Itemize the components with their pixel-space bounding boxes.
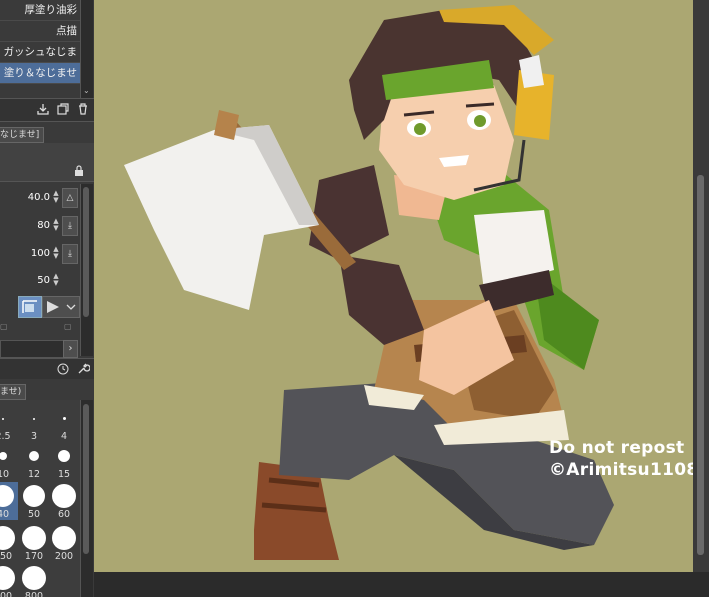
trash-icon[interactable] [76, 102, 90, 116]
brush-size-label: 200 [54, 551, 74, 562]
subtool-label: 塗り＆なじませ [3, 67, 77, 79]
brush-size-item-selected[interactable]: 40 [0, 482, 18, 520]
property-opacity[interactable]: 80 ▲ ▼ ⤓ [0, 214, 80, 238]
spinner-icon[interactable]: ▲ ▼ [52, 246, 60, 260]
drawing-canvas[interactable]: Do not repost ©Arimitsu1108 [94, 0, 693, 572]
brush-preview [0, 143, 94, 182]
tab-label: ませ) [0, 387, 22, 397]
subtool-item-gouache[interactable]: ガッシュなじませ [0, 42, 80, 79]
checkbox-icon[interactable]: ▢ [0, 322, 8, 331]
property-paint-amount[interactable]: 100 ▲ ▼ ⤓ [0, 242, 80, 266]
wrench-icon[interactable] [76, 362, 91, 379]
blend-dropdown[interactable] [42, 296, 80, 318]
scroll-thumb[interactable] [83, 404, 89, 554]
subtool-toolbar [0, 98, 94, 122]
brush-size-item[interactable]: 800 [19, 564, 49, 597]
brush-size-label: 800 [24, 591, 44, 597]
brush-size-label: 2.5 [0, 431, 11, 442]
brush-size-grid: 2.5 3 4 10 12 15 40 50 [0, 400, 80, 597]
brush-size-label: 60 [57, 509, 71, 520]
brush-size-label: 170 [24, 551, 44, 562]
brush-size-item[interactable]: 700 [0, 564, 18, 597]
blend-mode-button[interactable] [18, 296, 42, 318]
opacity-value[interactable]: 80 [37, 220, 50, 231]
tab-tool-property[interactable]: なじませ] [0, 127, 45, 143]
brush-size-label: 12 [27, 469, 41, 480]
brush-size-item[interactable]: 50 [19, 482, 49, 520]
brush-size-item[interactable]: 60 [49, 482, 79, 520]
brush-size-item[interactable]: 3 [19, 404, 49, 442]
blend-value[interactable]: 50 [37, 275, 50, 286]
watermark-line-2: ©Arimitsu1108 [549, 460, 693, 480]
subtool-item-tenbyo[interactable]: 点描 [0, 21, 80, 42]
property-brush-size[interactable]: 40.0 ▲ ▼ △ [0, 186, 80, 210]
spinner-icon[interactable]: ▲ ▼ [52, 218, 60, 232]
illustration-character [124, 5, 614, 560]
tab-brush-size[interactable]: ませ) [0, 384, 27, 400]
brush-size-label: 40 [0, 509, 10, 520]
download-icon[interactable] [36, 102, 50, 116]
subtool-label: 厚塗り油彩 [24, 4, 78, 16]
canvas-scrollbar[interactable] [693, 0, 709, 572]
brush-size-item[interactable]: 150 [0, 524, 18, 562]
brush-size-label: 50 [27, 509, 41, 520]
scroll-thumb[interactable] [697, 175, 704, 555]
pressure-icon[interactable]: ⤓ [62, 216, 78, 236]
pressure-icon[interactable]: ⤓ [62, 244, 78, 264]
brush-size-item[interactable]: 2.5 [0, 404, 18, 442]
subtool-item-nuri-najimase[interactable]: 塗り＆なじませ [0, 63, 80, 84]
subtool-scrollbar[interactable]: ⌄ [80, 0, 93, 98]
brush-size-value[interactable]: 40.0 [28, 192, 50, 203]
brush-size-item[interactable]: 15 [49, 442, 79, 480]
brush-size-label: 10 [0, 469, 10, 480]
tab-label: なじませ] [0, 130, 40, 140]
copy-icon[interactable] [56, 102, 70, 116]
checkbox-icon[interactable]: ▢ [64, 322, 72, 331]
brush-size-label: 15 [57, 469, 71, 480]
triangle-icon[interactable]: △ [62, 188, 78, 208]
clock-icon[interactable] [56, 362, 70, 379]
subtool-item-atsunuri[interactable]: 厚塗り油彩 [0, 0, 80, 21]
brush-size-item[interactable]: 200 [49, 524, 79, 562]
property-scrollbar[interactable] [80, 184, 93, 356]
tool-panel: 厚塗り油彩 点描 ガッシュなじませ 塗り＆なじませ ⌄ なじませ] 40.0 ▲… [0, 0, 94, 597]
chevron-down-icon[interactable]: ⌄ [83, 86, 90, 95]
canvas-area: Do not repost ©Arimitsu1108 [94, 0, 709, 597]
property-blend[interactable]: 50 ▲ ▼ [0, 269, 80, 293]
brush-size-item[interactable]: 12 [19, 442, 49, 480]
brush-size-label: 4 [60, 431, 68, 442]
brush-size-label: 700 [0, 591, 13, 597]
subtool-label: 点描 [56, 25, 77, 37]
brush-size-item[interactable]: 4 [49, 404, 79, 442]
brush-size-label: 150 [0, 551, 13, 562]
brush-size-scrollbar[interactable] [80, 400, 93, 597]
paint-amount-value[interactable]: 100 [31, 248, 50, 259]
property-toolbar [0, 358, 94, 379]
brush-size-label: 3 [30, 431, 38, 442]
lock-icon[interactable] [74, 165, 84, 179]
slider-track[interactable] [0, 340, 64, 358]
spinner-icon[interactable]: ▲ ▼ [52, 273, 60, 287]
brush-size-item[interactable]: 10 [0, 442, 18, 480]
scroll-thumb[interactable] [83, 187, 89, 317]
chevron-right-icon[interactable]: › [63, 340, 78, 358]
watermark-line-1: Do not repost [549, 438, 685, 458]
brush-size-item[interactable]: 170 [19, 524, 49, 562]
spinner-icon[interactable]: ▲ ▼ [52, 190, 60, 204]
